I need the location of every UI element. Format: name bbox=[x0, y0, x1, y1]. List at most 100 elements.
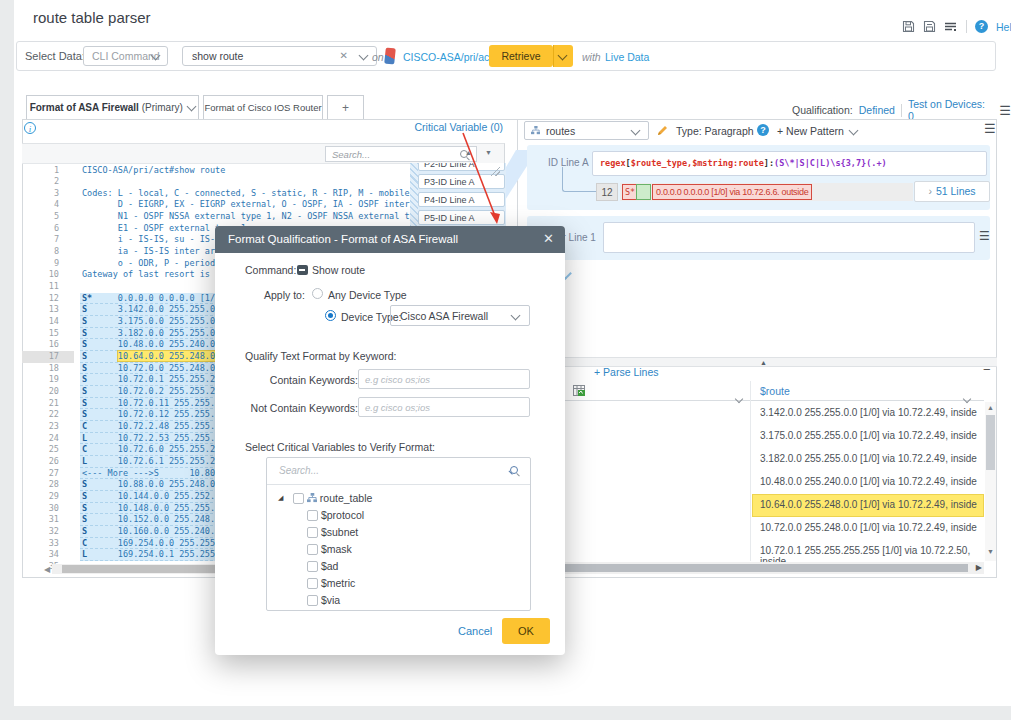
table-row[interactable]: 3.142.0.0 255.255.0.0 [1/0] via 10.72.2.… bbox=[518, 402, 984, 425]
device-type-radio[interactable] bbox=[325, 310, 336, 321]
table-row[interactable]: 10.72.0.0 255.248.0.0 [1/0] via 10.72.2.… bbox=[518, 517, 984, 540]
any-device-radio[interactable] bbox=[312, 288, 323, 299]
tree-root-checkbox[interactable] bbox=[293, 493, 304, 504]
line-number: 10 bbox=[22, 269, 74, 281]
table-row[interactable]: 10.72.0.1 255.255.255.255 [1/0] via 10.7… bbox=[518, 540, 984, 563]
save-icon[interactable] bbox=[902, 20, 915, 33]
tree-item[interactable]: $protocol bbox=[307, 509, 364, 521]
line-number: 28 bbox=[22, 479, 74, 491]
menu-icon[interactable]: ☰ bbox=[999, 103, 1011, 118]
search-prev-icon[interactable]: ▲ bbox=[465, 149, 472, 156]
tree-item[interactable]: $subnet bbox=[307, 526, 358, 538]
help-icon[interactable]: ? bbox=[975, 20, 988, 33]
variable-label: $via bbox=[318, 594, 340, 606]
device-link[interactable]: CISCO-ASA/pri/act bbox=[403, 51, 492, 63]
splitter-bar[interactable]: ▲ bbox=[518, 357, 997, 367]
data-type-select[interactable]: CLI Command bbox=[83, 46, 168, 66]
tab-format-cisco-ios-router[interactable]: Format of Cisco IOS Router bbox=[203, 95, 323, 119]
retrieve-button[interactable]: Retrieve bbox=[489, 45, 553, 67]
variable-label: $metric bbox=[318, 577, 355, 589]
contain-keywords-input[interactable]: e.g cisco os;ios bbox=[358, 369, 530, 389]
variable-checkbox[interactable] bbox=[307, 595, 318, 606]
select-critical-label: Select Critical Variables to Verify Form… bbox=[245, 441, 435, 453]
var-line-input[interactable] bbox=[603, 222, 975, 253]
retrieve-dropdown[interactable] bbox=[553, 45, 573, 67]
var-line-menu-icon[interactable]: ☰ bbox=[979, 229, 990, 243]
command-input[interactable]: show route ✕ bbox=[182, 46, 377, 66]
tree-item[interactable]: $via bbox=[307, 594, 340, 606]
tree-icon bbox=[531, 126, 540, 135]
table-variable-icon bbox=[573, 385, 585, 396]
on-label: on bbox=[372, 51, 384, 63]
device-type-select[interactable]: Cisco ASA Firewall bbox=[390, 305, 530, 326]
variable-checkbox[interactable] bbox=[307, 527, 318, 538]
tab-format-asa-firewall[interactable]: Format of ASA Firewall (Primary) bbox=[26, 95, 199, 119]
pattern-line-item[interactable]: P3-ID Line A bbox=[418, 174, 505, 189]
not-contain-keywords-input[interactable]: e.g cisco os;ios bbox=[358, 397, 530, 417]
collapse-section-icon[interactable]: − bbox=[983, 362, 991, 377]
tree-item[interactable]: $ad bbox=[307, 560, 338, 572]
live-data-link[interactable]: Live Data bbox=[605, 51, 649, 63]
format-qualification-dialog: Format Qualification - Format of ASA Fir… bbox=[215, 226, 565, 655]
pattern-line-item[interactable]: P5-ID Line A bbox=[418, 210, 505, 225]
command-value: Show route bbox=[312, 264, 365, 276]
page-title: route table parser bbox=[33, 9, 151, 26]
table-row[interactable]: 3.182.0.0 255.255.0.0 [1/0] via 10.72.2.… bbox=[518, 448, 984, 471]
edit-icon[interactable] bbox=[656, 124, 669, 137]
tree-expander-icon[interactable]: ◢ bbox=[278, 494, 283, 502]
line-number: 8 bbox=[22, 246, 74, 258]
pattern-menu-icon[interactable]: ☰ bbox=[984, 121, 996, 136]
line-number: 3 bbox=[22, 188, 74, 200]
table-row[interactable]: 10.48.0.0 255.240.0.0 [1/0] via 10.72.2.… bbox=[518, 471, 984, 494]
line-number: 5 bbox=[22, 211, 74, 223]
connector-line bbox=[562, 167, 596, 192]
cancel-button[interactable]: Cancel bbox=[458, 625, 492, 637]
line-number: 16 bbox=[22, 339, 74, 351]
editor-search-input[interactable]: Search... bbox=[325, 146, 477, 162]
search-next-icon[interactable]: ▼ bbox=[485, 149, 492, 156]
list-icon[interactable] bbox=[944, 21, 958, 33]
variable-search-box[interactable]: Search... ◢ route_table $protocol $subne… bbox=[266, 457, 531, 611]
tree-item[interactable]: $metric bbox=[307, 577, 355, 589]
variable-checkbox[interactable] bbox=[307, 544, 318, 555]
variable-checkbox[interactable] bbox=[307, 561, 318, 572]
with-label: with bbox=[582, 51, 601, 63]
match-route-chip: 0.0.0.0 0.0.0.0 [1/0] via 10.72.6.6. out… bbox=[652, 184, 812, 200]
line-number: 31 bbox=[22, 514, 74, 526]
tree-icon bbox=[307, 493, 317, 503]
parse-lines-button[interactable]: + Parse Lines bbox=[594, 366, 659, 378]
variable-checkbox[interactable] bbox=[307, 510, 318, 521]
command-label: Command: bbox=[245, 264, 296, 276]
save-as-icon[interactable] bbox=[923, 20, 936, 33]
column-route[interactable]: $route bbox=[760, 385, 790, 397]
dialog-header[interactable]: Format Qualification - Format of ASA Fir… bbox=[215, 226, 565, 253]
tree-item[interactable]: $mask bbox=[307, 543, 352, 555]
help-tooltip-icon[interactable]: ? bbox=[757, 124, 769, 136]
help-button[interactable]: Help bbox=[996, 21, 1011, 33]
critical-variable-link[interactable]: Critical Variable (0) bbox=[380, 121, 503, 133]
line-number: 23 bbox=[22, 421, 74, 433]
lines-count-button[interactable]: ›51 Lines bbox=[914, 181, 990, 202]
close-icon[interactable]: ✕ bbox=[543, 231, 554, 246]
new-pattern-button[interactable]: + New Pattern bbox=[777, 125, 857, 137]
tree-root-row[interactable]: ◢ route_table bbox=[293, 492, 372, 504]
regex-input[interactable]: regex[$route_type,$mstring:route]:(S\*|S… bbox=[592, 151, 987, 176]
clear-icon[interactable]: ✕ bbox=[340, 50, 348, 61]
line-number: 33 bbox=[22, 538, 74, 550]
ok-button[interactable]: OK bbox=[502, 618, 550, 644]
table-row[interactable]: 3.175.0.0 255.255.0.0 [1/0] via 10.72.2.… bbox=[518, 425, 984, 448]
pattern-line-item[interactable]: P4-ID Line A bbox=[418, 192, 505, 207]
type-label: Type: Paragraph bbox=[676, 125, 754, 137]
table-vertical-scrollbar[interactable]: ▲ ▼ bbox=[985, 402, 996, 561]
tab-add[interactable]: + bbox=[327, 95, 364, 119]
apply-to-label: Apply to: bbox=[264, 289, 305, 301]
table-horizontal-scrollbar[interactable]: ▶ bbox=[518, 562, 984, 574]
line-number: 2 bbox=[22, 176, 74, 188]
info-icon[interactable]: i bbox=[24, 122, 36, 134]
line-number: 21 bbox=[22, 398, 74, 410]
variable-checkbox[interactable] bbox=[307, 578, 318, 589]
variable-select[interactable]: routes bbox=[524, 121, 649, 140]
resize-handle-icon[interactable] bbox=[491, 167, 500, 176]
qualification-value[interactable]: Defined bbox=[859, 104, 895, 116]
table-row[interactable]: 10.64.0.0 255.248.0.0 [1/0] via 10.72.2.… bbox=[518, 494, 984, 517]
